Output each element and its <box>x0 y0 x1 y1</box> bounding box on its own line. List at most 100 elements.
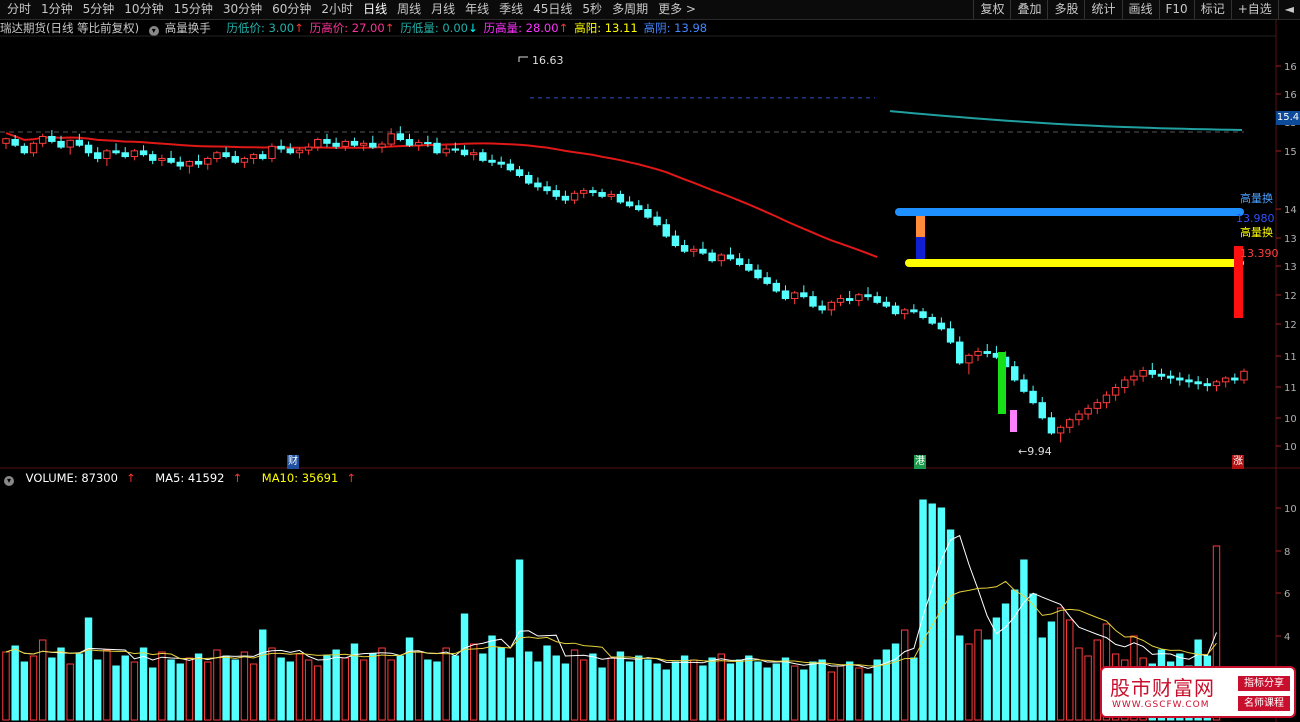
candle-body <box>699 248 707 254</box>
candle-body <box>29 142 38 154</box>
candle-body <box>1093 402 1101 409</box>
current-price-tag: 15.4 <box>1276 111 1300 125</box>
candle-body <box>1176 377 1184 381</box>
candle-body <box>231 156 239 163</box>
volume-bar <box>286 661 294 721</box>
candle-body <box>268 145 276 159</box>
candle-body <box>277 145 285 150</box>
candle-body <box>433 142 441 154</box>
candle-body <box>754 269 762 279</box>
volume-bar <box>1056 607 1065 721</box>
volume-label: VOLUME: 87300 ↑ <box>25 471 136 485</box>
volume-bar <box>75 653 84 721</box>
candle-body <box>2 138 10 144</box>
candle-body <box>1011 366 1019 381</box>
candle-body <box>84 144 93 154</box>
marker-zhang[interactable]: 涨 <box>1232 455 1244 469</box>
volume-bar <box>1020 559 1028 721</box>
candle-body <box>20 145 29 154</box>
volume-bar <box>231 659 239 721</box>
level-value-red: 13.390 <box>1240 247 1279 260</box>
level-label-yellow: 高量换 <box>1240 225 1273 239</box>
volume-bar <box>57 647 65 721</box>
volume-bar <box>222 655 230 721</box>
candle-body <box>387 133 395 145</box>
candle-body <box>956 341 964 364</box>
price-tick-label: 12 <box>1284 291 1297 302</box>
candle-body <box>910 309 918 313</box>
volume-bar <box>928 503 936 721</box>
candle-body <box>378 143 386 148</box>
volume-bar <box>570 649 579 721</box>
candle-body <box>396 133 405 141</box>
volume-bar <box>1075 647 1083 721</box>
volume-bar <box>369 653 377 721</box>
candle-body <box>717 254 725 262</box>
volume-bar <box>1084 655 1092 721</box>
volume-bar <box>194 653 203 721</box>
price-tick-label: 12 <box>1284 320 1297 331</box>
candle-body <box>1121 379 1129 389</box>
candle-body <box>580 190 588 194</box>
volume-bar <box>396 655 405 721</box>
candle-body <box>653 216 661 226</box>
marker-cai[interactable]: 财 <box>287 455 299 469</box>
candle-body <box>1185 379 1193 383</box>
kline-chart[interactable]: 1616151514131312121111101016.63←9.94高量换1… <box>0 0 1300 722</box>
volume-bar <box>268 647 276 721</box>
candle-body <box>1066 419 1074 428</box>
candle-body <box>1139 369 1147 377</box>
volume-bar <box>1029 593 1037 721</box>
volume-bar <box>891 643 900 721</box>
candle-body <box>726 254 735 260</box>
candle-body <box>589 190 597 194</box>
candle-body <box>414 142 423 146</box>
price-tick-label: 13 <box>1284 234 1297 245</box>
volume-bar <box>855 667 863 721</box>
candle-body <box>616 193 625 203</box>
volume-bar <box>130 661 139 721</box>
candle-body <box>1194 381 1202 385</box>
candle-body <box>882 301 891 307</box>
volume-bar <box>48 657 56 721</box>
candle-body <box>323 139 331 144</box>
volume-bar <box>341 657 350 721</box>
price-tick-label: 10 <box>1284 442 1297 453</box>
volume-tick-label: 6 <box>1284 589 1290 600</box>
volume-bar <box>314 665 322 721</box>
volume-bar <box>1011 589 1019 721</box>
watermark-tag-course: 名师课程 <box>1238 696 1290 711</box>
chevron-down-icon[interactable]: ▾ <box>4 476 14 486</box>
candle-body <box>552 190 560 197</box>
volume-bar <box>442 647 450 721</box>
volume-bar <box>910 657 918 721</box>
candle-body <box>139 150 148 156</box>
candle-body <box>708 252 716 262</box>
candle-body <box>1020 379 1028 392</box>
candle-body <box>827 301 836 311</box>
candle-body <box>974 351 982 356</box>
candle-body <box>864 294 872 298</box>
volume-bar <box>121 655 129 721</box>
candle-body <box>11 139 19 146</box>
candle-body <box>249 154 258 159</box>
candle-body <box>350 140 359 146</box>
volume-bar <box>607 657 615 721</box>
candle-body <box>1212 381 1221 387</box>
candle-body <box>1148 369 1157 375</box>
candle-body <box>57 140 65 148</box>
candle-body <box>855 294 863 301</box>
candle-body <box>965 354 973 364</box>
volume-bar <box>763 667 771 721</box>
volume-bar <box>946 529 955 721</box>
volume-bar <box>974 629 982 721</box>
volume-bar <box>534 661 542 721</box>
candle-body <box>607 193 615 197</box>
marker-gang[interactable]: 港 <box>914 455 926 469</box>
price-tick-label: 16 <box>1284 62 1297 73</box>
candle-body <box>460 149 469 156</box>
ma10-label: MA10: 35691 ↑ <box>261 471 356 485</box>
volume-bar <box>167 659 175 721</box>
volume-bar <box>84 617 93 721</box>
volume-bar <box>653 663 661 721</box>
